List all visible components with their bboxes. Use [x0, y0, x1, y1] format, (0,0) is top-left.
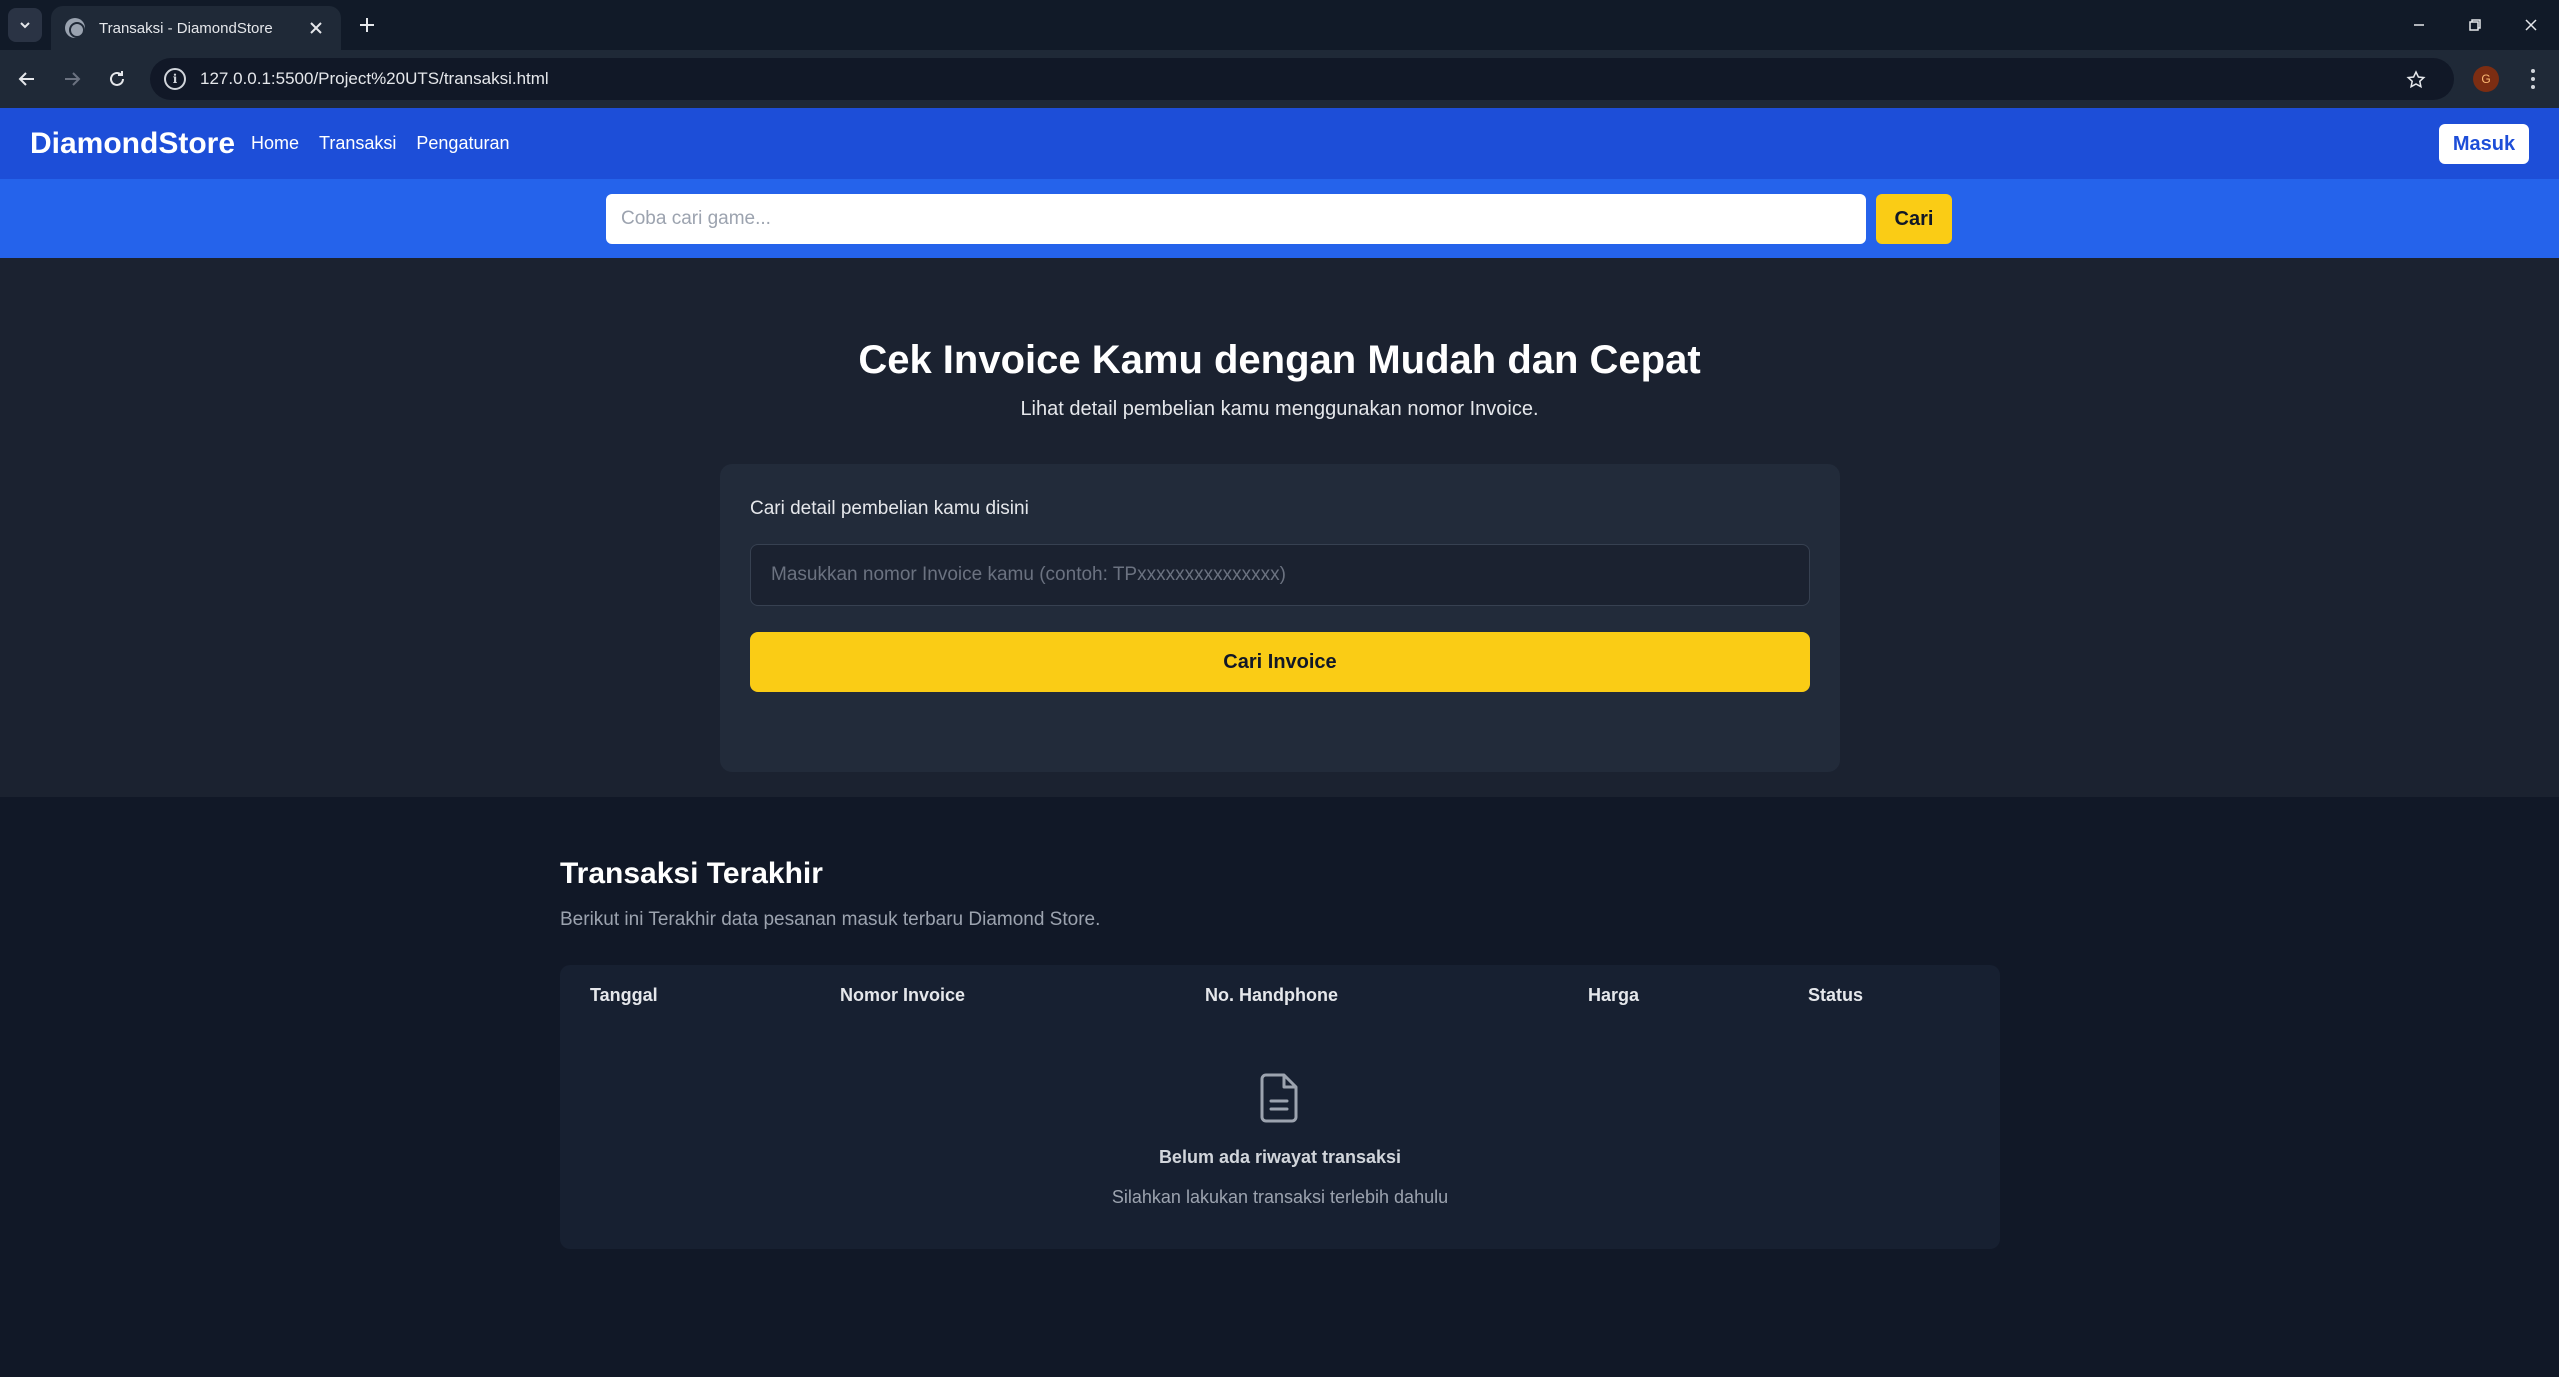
plus-icon [360, 18, 374, 32]
empty-state-title: Belum ada riwayat transaksi [1158, 1147, 1402, 1167]
tab-search-button[interactable] [8, 8, 42, 42]
close-window-button[interactable] [2503, 0, 2559, 50]
profile-avatar[interactable]: G [2473, 66, 2499, 92]
game-search-input[interactable]: Coba cari game... [606, 194, 1866, 244]
arrow-left-icon [18, 72, 34, 86]
brand-logo[interactable]: DiamondStore [30, 127, 235, 161]
restore-button[interactable] [2447, 0, 2503, 50]
search-band: Coba cari game... Cari [0, 179, 2559, 258]
column-header-status: Status [1808, 985, 1864, 1005]
browser-tab-bar: Transaksi - DiamondStore [0, 0, 2559, 50]
nav-link-pengaturan[interactable]: Pengaturan [416, 133, 509, 154]
empty-state-subtitle: Silahkan lakukan transaksi terlebih dahu… [1111, 1187, 1449, 1207]
address-bar[interactable]: i 127.0.0.1:5500/Project%20UTS/transaksi… [150, 58, 2454, 100]
game-search-button[interactable]: Cari [1876, 194, 1952, 244]
document-icon [1260, 1073, 1298, 1123]
back-button[interactable] [10, 62, 44, 96]
page-title: Cek Invoice Kamu dengan Mudah dan Cepat [858, 338, 1701, 382]
nav-link-transaksi[interactable]: Transaksi [319, 133, 396, 154]
forward-button[interactable] [55, 62, 89, 96]
reload-icon [110, 71, 124, 86]
transactions-table: Tanggal Nomor Invoice No. Handphone Harg… [560, 965, 2000, 1249]
invoice-hero-section: Cek Invoice Kamu dengan Mudah dan Cepat … [0, 258, 2559, 797]
section-subtitle: Berikut ini Terakhir data pesanan masuk … [560, 909, 1101, 930]
login-button[interactable]: Masuk [2439, 124, 2529, 164]
invoice-search-label: Cari detail pembelian kamu disini [750, 498, 1029, 519]
section-title: Transaksi Terakhir [560, 857, 823, 890]
minimize-button[interactable] [2391, 0, 2447, 50]
browser-tab[interactable]: Transaksi - DiamondStore [51, 6, 341, 50]
new-tab-button[interactable] [352, 10, 382, 40]
browser-toolbar: i 127.0.0.1:5500/Project%20UTS/transaksi… [0, 50, 2559, 108]
browser-menu-icon[interactable] [2520, 64, 2546, 94]
site-info-icon[interactable]: i [164, 68, 186, 90]
bookmark-star-icon[interactable] [2404, 68, 2428, 92]
arrow-right-icon [65, 72, 81, 86]
invoice-search-card: Cari detail pembelian kamu disini Masukk… [720, 464, 1840, 772]
globe-icon [65, 18, 85, 38]
restore-icon [2469, 19, 2481, 31]
close-icon [2525, 19, 2537, 31]
column-header-no-handphone: No. Handphone [1205, 985, 1338, 1005]
page-subtitle: Lihat detail pembelian kamu menggunakan … [1020, 398, 1539, 420]
url-text: 127.0.0.1:5500/Project%20UTS/transaksi.h… [200, 69, 549, 88]
close-icon [310, 22, 322, 34]
column-header-nomor-invoice: Nomor Invoice [840, 985, 966, 1005]
minimize-icon [2414, 24, 2424, 26]
tab-title: Transaksi - DiamondStore [99, 19, 273, 37]
reload-button[interactable] [100, 62, 134, 96]
nav-link-home[interactable]: Home [251, 133, 299, 154]
site-navbar: DiamondStore Home Transaksi Pengaturan M… [0, 108, 2559, 179]
recent-transactions-section: Transaksi Terakhir Berikut ini Terakhir … [0, 797, 2559, 1377]
invoice-number-input[interactable]: Masukkan nomor Invoice kamu (contoh: TPx… [750, 544, 1810, 606]
column-header-harga: Harga [1588, 985, 1640, 1005]
chevron-down-icon [20, 22, 30, 29]
search-invoice-button[interactable]: Cari Invoice [750, 632, 1810, 692]
tab-close-button[interactable] [305, 17, 327, 39]
column-header-tanggal: Tanggal [590, 985, 658, 1005]
